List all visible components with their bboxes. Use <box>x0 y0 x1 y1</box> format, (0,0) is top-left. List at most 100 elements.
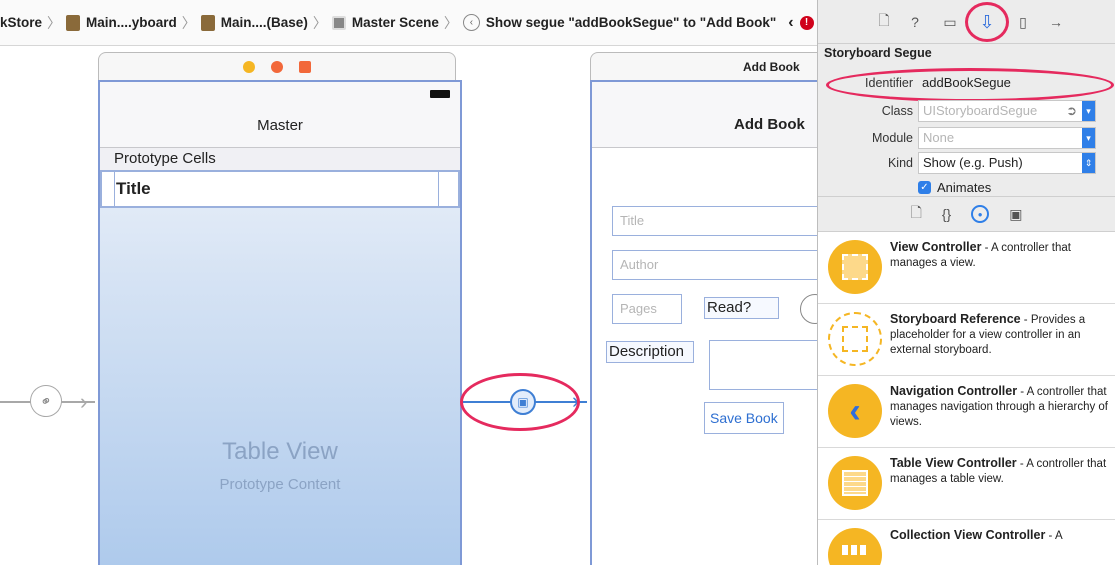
class-field[interactable]: UIStoryboardSegue ➲ ▾ <box>918 100 1096 122</box>
file-inspector-icon[interactable]: 🗋 <box>872 10 896 34</box>
kind-label: Kind <box>887 156 913 170</box>
module-label: Module <box>872 131 913 145</box>
class-label: Class <box>881 104 913 118</box>
nav-title: Add Book <box>734 116 805 133</box>
prototype-cell[interactable]: Title <box>100 170 460 208</box>
link-icon[interactable]: ⚭ <box>24 379 68 423</box>
chevron-right-icon: 〉 <box>312 14 327 31</box>
item-name: View Controller <box>890 240 982 254</box>
chevron-down-icon[interactable]: ▾ <box>1082 128 1095 148</box>
item-desc: - A <box>1045 530 1063 542</box>
view-controller-icon <box>828 240 882 294</box>
storyboard-canvas[interactable]: Master Prototype Cells Title Table View … <box>0 46 842 565</box>
breadcrumb-storyboard[interactable]: Main....yboard 〉 <box>66 13 201 33</box>
storyboard-reference-icon <box>828 312 882 366</box>
navigation-bar[interactable]: Add Book <box>592 82 828 148</box>
attributes-inspector: 🗋 ? ▭ ⇩ ▯ → Storyboard Segue Identifier … <box>817 0 1115 565</box>
breadcrumb-label: Main....(Base) <box>220 15 308 30</box>
library-tabs: 🗋 {} ● ▣ <box>818 196 1115 232</box>
item-name: Collection View Controller <box>890 528 1046 542</box>
list-item-text: Navigation Controller - A controller tha… <box>890 384 1110 430</box>
navigation-bar[interactable]: Master <box>100 82 460 148</box>
table-view-controller-icon <box>828 456 882 510</box>
item-name: Navigation Controller <box>890 384 1018 398</box>
pages-field[interactable]: Pages <box>612 294 682 324</box>
animates-checkbox[interactable]: ✓ Animates <box>918 180 991 195</box>
nav-title: Master <box>257 117 303 134</box>
arrow-circle-icon[interactable]: ➲ <box>1066 101 1077 121</box>
cell-accessory <box>438 170 452 208</box>
kind-select[interactable]: Show (e.g. Push) ⇕ <box>918 152 1096 174</box>
object-library: View Controller - A controller that mana… <box>818 232 1115 565</box>
breadcrumb-label: Show segue "addBookSegue" to "Add Book" <box>485 15 777 30</box>
identity-inspector-icon[interactable]: ▭ <box>938 10 962 34</box>
prototype-content-label: Prototype Content <box>219 476 341 493</box>
save-book-button[interactable]: Save Book <box>704 402 784 434</box>
relationship-segue[interactable]: ⚭ › <box>0 379 100 423</box>
file-icon <box>200 14 215 31</box>
list-item[interactable]: Storyboard Reference - Provides a placeh… <box>818 304 1115 376</box>
chevron-right-icon: 〉 <box>443 14 458 31</box>
file-template-icon[interactable]: 🗋 <box>911 202 922 226</box>
breadcrumb-project[interactable]: kStore 〉 <box>0 13 66 33</box>
breadcrumb-scene[interactable]: Master Scene 〉 <box>331 13 463 33</box>
breadcrumb: kStore 〉 Main....yboard 〉 Main....(Base)… <box>0 0 818 46</box>
code-snippet-icon[interactable]: {} <box>942 206 951 222</box>
file-icon <box>66 14 81 31</box>
class-placeholder: UIStoryboardSegue <box>923 103 1038 118</box>
item-name: Storyboard Reference <box>890 312 1021 326</box>
author-field[interactable]: Author <box>612 250 842 280</box>
back-arrow-icon[interactable]: ‹ <box>788 14 793 32</box>
kind-value: Show (e.g. Push) <box>923 155 1023 170</box>
first-responder-icon[interactable] <box>271 60 283 73</box>
xcode-window: kStore 〉 Main....yboard 〉 Main....(Base)… <box>0 0 1115 565</box>
list-item-text: View Controller - A controller that mana… <box>890 240 1110 271</box>
list-item[interactable]: ‹ Navigation Controller - A controller t… <box>818 376 1115 448</box>
master-scene[interactable]: Master Prototype Cells Title Table View … <box>98 80 462 565</box>
cell-title: Title <box>116 179 151 198</box>
cell-divider <box>114 170 115 208</box>
breadcrumb-label: kStore <box>0 15 43 30</box>
add-book-dock[interactable]: Add Book <box>590 52 830 80</box>
module-placeholder: None <box>923 130 955 145</box>
item-name: Table View Controller <box>890 456 1017 470</box>
module-field[interactable]: None ▾ <box>918 127 1096 149</box>
navigation-controller-icon: ‹ <box>828 384 882 438</box>
scene-dock[interactable] <box>98 52 456 80</box>
chevron-down-icon[interactable]: ▾ <box>1082 101 1095 121</box>
section-title: Storyboard Segue <box>824 46 932 60</box>
size-inspector-icon[interactable]: ▯ <box>1011 10 1035 34</box>
view-controller-icon[interactable] <box>243 60 255 73</box>
read-label: Read? <box>704 297 779 319</box>
tab-highlight <box>965 2 1009 42</box>
list-item-text: Table View Controller - A controller tha… <box>890 456 1110 487</box>
error-icon[interactable]: ! <box>799 15 814 30</box>
scene-icon <box>331 15 346 30</box>
title-field[interactable]: Title <box>612 206 842 236</box>
exit-icon[interactable] <box>299 60 311 73</box>
breadcrumb-base[interactable]: Main....(Base) 〉 <box>200 13 332 33</box>
identifier-highlight <box>826 68 1114 102</box>
connections-inspector-icon[interactable]: → <box>1044 10 1068 34</box>
list-item[interactable]: View Controller - A controller that mana… <box>818 232 1115 304</box>
list-item-text: Storyboard Reference - Provides a placeh… <box>890 312 1110 358</box>
breadcrumb-label: Master Scene <box>351 15 439 30</box>
checkmark-icon: ✓ <box>918 181 931 194</box>
description-label: Description <box>606 341 694 363</box>
add-book-scene[interactable]: Add Book Title Author Pages Read? Descri… <box>590 80 842 565</box>
list-item-text: Collection View Controller - A <box>890 528 1110 544</box>
help-icon[interactable]: ? <box>903 10 927 34</box>
list-item[interactable]: Table View Controller - A controller tha… <box>818 448 1115 520</box>
list-item[interactable]: Collection View Controller - A <box>818 520 1115 565</box>
collection-view-controller-icon <box>828 528 882 565</box>
chevron-right-icon: 〉 <box>181 14 196 31</box>
media-library-icon[interactable]: ▣ <box>1009 206 1022 223</box>
updown-icon[interactable]: ⇕ <box>1082 153 1095 173</box>
breadcrumb-segue[interactable]: ‹ Show segue "addBookSegue" to "Add Book… <box>462 14 777 31</box>
segue-icon: ‹ <box>462 14 480 31</box>
arrow-right-icon: › <box>80 389 88 414</box>
object-library-icon[interactable]: ● <box>971 205 990 223</box>
inspector-tabs: 🗋 ? ▭ ⇩ ▯ → <box>818 0 1115 44</box>
battery-icon <box>430 90 450 98</box>
animates-label: Animates <box>937 180 992 195</box>
